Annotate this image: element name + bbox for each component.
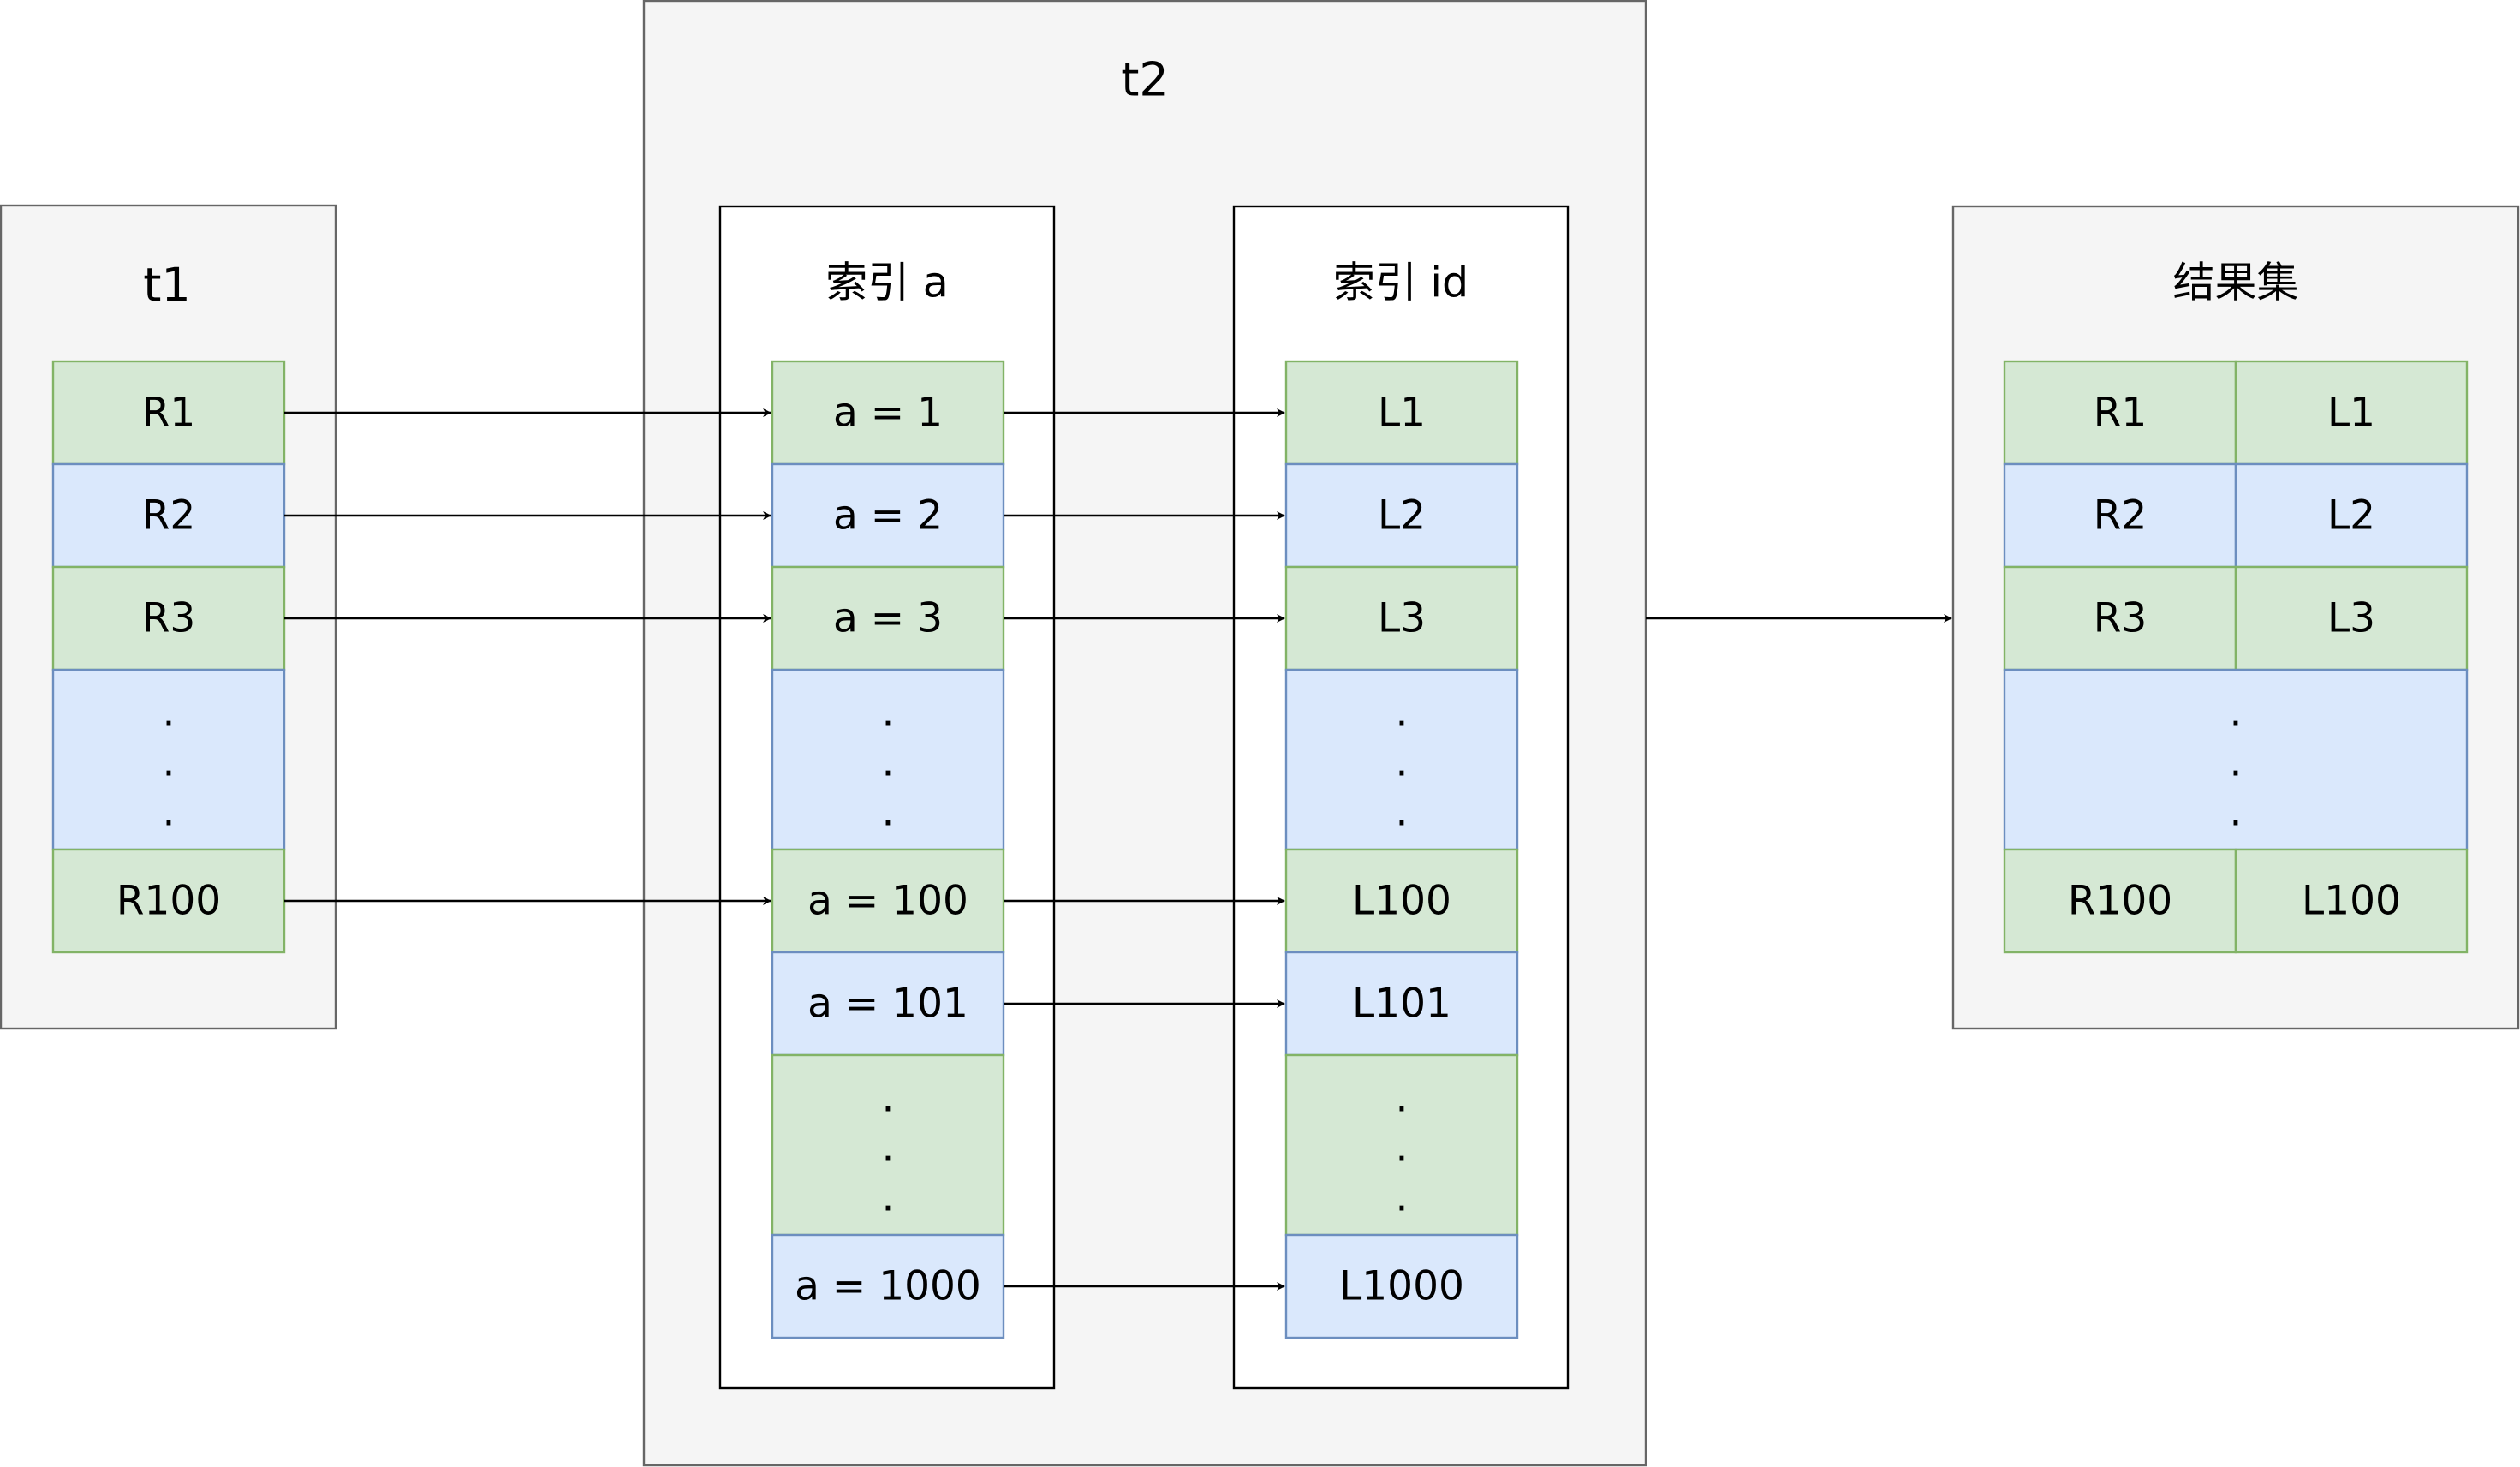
t1-row-label: R2 [142,492,196,540]
index-id-row-label: L100 [1352,878,1451,925]
result-cell-label: R1 [2094,390,2148,437]
index-a-row-label: a = 3 [833,595,943,642]
ellipsis-dot: . [1396,789,1409,836]
ellipsis-dot: . [882,739,895,786]
index-a-title: 索引 a [825,259,949,307]
ellipsis-dot: . [163,739,176,786]
ellipsis-dot: . [1396,1174,1409,1221]
index-a-row-label: a = 101 [807,981,968,1028]
result-cell-label: R100 [2068,878,2172,925]
ellipsis-dot: . [2230,739,2243,786]
t2-table: t2 索引 a a = 1 a = 2 a = 3 . . . a = 100 … [642,0,1647,1467]
ellipsis-dot: . [1396,689,1409,736]
ellipsis-dot: . [2230,789,2243,836]
ellipsis-dot: . [163,789,176,836]
index-a-row-label: a = 2 [833,492,943,540]
join-diagram: t1 R1 R2 R3 . . . R100 t2 索引 a a = 1 a =… [0,0,2520,1467]
result-cell-label: L2 [2327,492,2375,540]
index-id-row-label: L3 [1378,595,1426,642]
result-cell-label: L1 [2327,390,2375,437]
ellipsis-dot: . [1396,1075,1409,1122]
ellipsis-dot: . [2230,689,2243,736]
result-cell-label: L3 [2327,595,2375,642]
t1-title: t1 [143,259,191,313]
result-cell-label: L100 [2302,878,2401,925]
index-a-row-label: a = 1 [833,390,943,437]
ellipsis-dot: . [882,1124,895,1172]
ellipsis-dot: . [882,689,895,736]
ellipsis-dot: . [882,1075,895,1122]
t1-table: t1 R1 R2 R3 . . . R100 [0,204,337,1030]
result-title: 结果集 [2172,259,2298,307]
result-cell-label: R3 [2094,595,2148,642]
ellipsis-dot: . [1396,1124,1409,1172]
t1-row-label: R100 [116,878,221,925]
index-id-row-label: L1 [1378,390,1426,437]
t1-row-label: R3 [142,595,196,642]
result-cell-label: R2 [2094,492,2148,540]
index-a-row-label: a = 1000 [795,1263,981,1310]
t1-row-label: R1 [142,390,196,437]
result-set: 结果集 R1 L1 R2 L2 R3 L3 . . . R100 L100 [1951,205,2520,1030]
index-id-row-label: L2 [1378,492,1426,540]
ellipsis-dot: . [1396,739,1409,786]
ellipsis-dot: . [882,789,895,836]
ellipsis-dot: . [882,1174,895,1221]
t2-title: t2 [1121,53,1169,107]
index-id-row-label: L1000 [1339,1263,1464,1310]
index-id-row-label: L101 [1352,981,1451,1028]
index-a-row-label: a = 100 [807,878,968,925]
ellipsis-dot: . [163,689,176,736]
index-id-title: 索引 id [1333,259,1469,307]
